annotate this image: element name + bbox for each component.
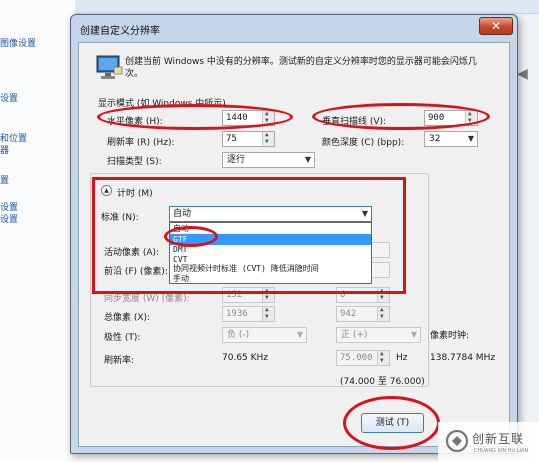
- sync-width-h-value: 152: [226, 290, 243, 300]
- refresh-v-value: 75.000: [340, 353, 373, 363]
- polarity-h-select[interactable]: 负 (-) ▼: [222, 327, 307, 343]
- refresh-h-value: 70.65 KHz: [222, 353, 269, 363]
- chevron-down-icon: ▼: [296, 330, 303, 339]
- collapse-icon[interactable]: ▲: [101, 185, 112, 196]
- pixel-clock-label: 像素时钟:: [430, 331, 470, 341]
- chevron-down-icon: ▼: [361, 209, 368, 218]
- refresh-rate-value: 75: [226, 134, 237, 144]
- scan-type-label: 扫描类型 (S):: [107, 157, 162, 167]
- sync-width-label: 同步宽度 (W) (像素):: [104, 294, 190, 304]
- color-depth-label: 颜色深度 (C) (bpp):: [322, 138, 405, 148]
- pixel-clock-value: 138.7784 MHz: [430, 353, 496, 363]
- polarity-label: 极性 (T):: [104, 333, 141, 343]
- sidebar-link[interactable]: 设置: [0, 215, 18, 226]
- sync-width-h-input[interactable]: 152 ▲ ▼: [222, 287, 275, 303]
- dropdown-option[interactable]: 自动: [170, 223, 371, 234]
- sync-width-v-input[interactable]: 6 ▲ ▼: [336, 287, 390, 303]
- sidebar-link[interactable]: 和位置: [0, 134, 27, 145]
- vertical-lines-spinner[interactable]: ▲ ▼: [465, 111, 477, 125]
- info-text: 创建当前 Windows 中没有的分辨率。测试新的自定义分辨率时您的显示器可能会…: [125, 57, 477, 79]
- standard-value: 自动: [173, 209, 192, 219]
- watermark-brand: 创新互联: [472, 432, 525, 446]
- total-pixels-h-value: 1936: [226, 309, 248, 319]
- dialog-titlebar[interactable]: 创建自定义分辨率 ✕: [71, 15, 517, 41]
- spinner-arrows[interactable]: ▲ ▼: [377, 288, 389, 302]
- refresh-rate-label: 刷新率 (R) (Hz):: [107, 138, 175, 148]
- scan-type-value: 逐行: [227, 155, 246, 165]
- total-pixels-v-value: 942: [340, 309, 357, 319]
- sidebar-link[interactable]: 设置: [0, 94, 18, 105]
- color-depth-select[interactable]: 32 ▼: [424, 131, 478, 147]
- chevron-down-icon: ▼: [467, 134, 474, 143]
- timing-label: 计时 (M): [117, 189, 153, 199]
- sidebar-link[interactable]: 置: [0, 176, 9, 187]
- dropdown-option[interactable]: 手动: [170, 273, 371, 284]
- refresh-rate-spinner[interactable]: ▲ ▼: [262, 132, 274, 146]
- horizontal-pixels-label: 水平像素 (H):: [107, 117, 163, 127]
- dialog-title: 创建自定义分辨率: [80, 26, 160, 37]
- brand-logo-icon: [445, 429, 469, 453]
- horizontal-pixels-spinner[interactable]: ▲ ▼: [262, 111, 274, 125]
- vertical-lines-label: 垂直扫描线 (V):: [322, 117, 387, 127]
- display-mode-group-label: 显示模式 (如 Windows 中所示): [98, 99, 226, 109]
- refresh-unit: Hz: [396, 353, 408, 363]
- spinner-arrows[interactable]: ▲ ▼: [262, 307, 274, 321]
- background-glyph: ◀: [517, 66, 528, 82]
- sidebar-link[interactable]: 图像设置: [0, 39, 36, 50]
- background-window-titlebar: [75, 0, 539, 14]
- sync-width-v-value: 6: [340, 290, 346, 300]
- watermark-sub: CHUANG XIN HU LIAN: [474, 448, 529, 454]
- polarity-v-value: 正 (+): [341, 330, 368, 340]
- horizontal-pixels-value: 1440: [226, 113, 248, 123]
- sidebar-link[interactable]: 器: [0, 146, 9, 157]
- standard-select[interactable]: 自动 ▼: [169, 206, 372, 222]
- standard-label: 标准 (N):: [101, 213, 139, 223]
- chevron-down-icon: ▼: [410, 330, 417, 339]
- total-pixels-v-input[interactable]: 942 ▲ ▼: [336, 306, 390, 322]
- horizontal-pixels-input[interactable]: 1440 ▲ ▼: [222, 110, 275, 126]
- monitor-icon: [96, 55, 123, 79]
- polarity-v-select[interactable]: 正 (+) ▼: [336, 327, 421, 343]
- background-sidebar: 图像设置 设置 和位置 器 置 设置 设置: [0, 0, 75, 462]
- vertical-lines-value: 900: [428, 113, 445, 123]
- total-pixels-label: 总像素 (X):: [104, 313, 151, 323]
- sidebar-link[interactable]: 设置: [0, 203, 18, 214]
- active-pixels-label: 活动像素 (A):: [104, 248, 160, 258]
- watermark: 创新互联 CHUANG XIN HU LIAN: [438, 422, 539, 462]
- spinner-arrows[interactable]: ▲ ▼: [262, 288, 274, 302]
- vertical-lines-input[interactable]: 900 ▲ ▼: [424, 110, 478, 126]
- test-button[interactable]: 测试 (T): [361, 413, 424, 433]
- scan-type-select[interactable]: 逐行 ▼: [222, 152, 315, 168]
- refresh-label: 刷新率:: [104, 356, 135, 366]
- refresh-rate-input[interactable]: 75 ▲ ▼: [222, 131, 275, 147]
- color-depth-value: 32: [429, 134, 441, 144]
- chevron-down-icon: ▼: [304, 155, 311, 164]
- refresh-range: (74.000 至 76.000): [340, 377, 425, 387]
- close-button[interactable]: ✕: [479, 17, 513, 35]
- polarity-h-value: 负 (-): [227, 330, 250, 340]
- total-pixels-h-input[interactable]: 1936 ▲ ▼: [222, 306, 275, 322]
- spinner-arrows[interactable]: ▲ ▼: [377, 307, 389, 321]
- front-porch-label: 前沿 (F) (像素):: [104, 267, 168, 277]
- refresh-v-input[interactable]: 75.000 ▲ ▼: [336, 350, 390, 366]
- standard-dropdown-list: 自动 GTF DMT CVT 协同视频计时标准 (CVT) 降低消隐时间 手动: [169, 222, 372, 284]
- spinner-arrows[interactable]: ▲ ▼: [377, 351, 389, 365]
